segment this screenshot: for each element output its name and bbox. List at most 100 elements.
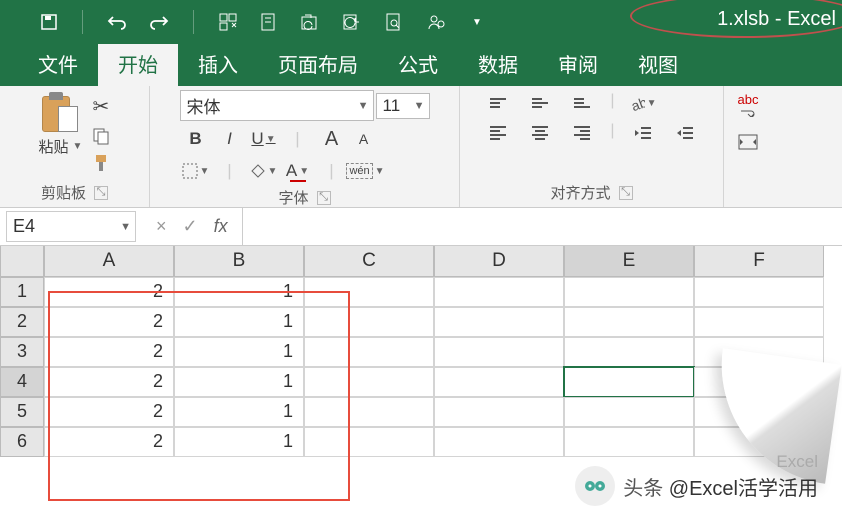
font-color-button[interactable]: A▼	[282, 157, 314, 185]
column-header[interactable]: B	[174, 246, 304, 277]
redo-icon[interactable]	[149, 14, 169, 30]
bold-button[interactable]: B	[180, 125, 212, 153]
cell[interactable]: 2	[44, 397, 174, 427]
cell[interactable]	[694, 277, 824, 307]
alignment-expand-icon[interactable]: ⤡	[619, 186, 633, 200]
cell[interactable]	[434, 427, 564, 457]
merge-button[interactable]	[734, 131, 762, 153]
cell[interactable]	[304, 367, 434, 397]
column-header[interactable]: F	[694, 246, 824, 277]
cell[interactable]: 1	[174, 307, 304, 337]
row-header[interactable]: 1	[0, 277, 44, 307]
fill-color-button[interactable]: ▼	[248, 157, 280, 185]
cell[interactable]	[304, 397, 434, 427]
row-header[interactable]: 2	[0, 307, 44, 337]
font-expand-icon[interactable]: ⤡	[317, 191, 331, 205]
font-size-dropdown[interactable]: 11▼	[376, 93, 430, 119]
cell[interactable]	[434, 397, 564, 427]
row-header[interactable]: 4	[0, 367, 44, 397]
tab-insert[interactable]: 插入	[178, 41, 258, 86]
cell[interactable]	[304, 427, 434, 457]
cancel-icon[interactable]: ×	[156, 216, 167, 237]
select-all-corner[interactable]	[0, 246, 44, 277]
cell[interactable]: 2	[44, 307, 174, 337]
name-box[interactable]: E4▼	[6, 211, 136, 242]
paste-button[interactable]: 粘贴▼	[39, 90, 83, 157]
row-header[interactable]: 5	[0, 397, 44, 427]
undo-icon[interactable]	[107, 14, 127, 30]
cell[interactable]: 2	[44, 277, 174, 307]
cell[interactable]	[564, 337, 694, 367]
cell[interactable]	[304, 277, 434, 307]
cell[interactable]	[564, 367, 694, 397]
open-icon[interactable]	[300, 13, 320, 31]
decrease-indent-icon[interactable]	[629, 122, 657, 144]
cell[interactable]	[434, 367, 564, 397]
clipboard-expand-icon[interactable]: ⤡	[94, 186, 108, 200]
touch-icon[interactable]	[218, 12, 238, 32]
tab-data[interactable]: 数据	[458, 41, 538, 86]
increase-indent-icon[interactable]	[671, 122, 699, 144]
align-bottom-icon[interactable]	[568, 92, 596, 114]
cell[interactable]: 1	[174, 427, 304, 457]
font-name-dropdown[interactable]: 宋体▼	[180, 90, 374, 121]
row-header[interactable]: 3	[0, 337, 44, 367]
phonetic-button[interactable]: wén▼	[350, 157, 382, 185]
cell[interactable]: 2	[44, 367, 174, 397]
italic-button[interactable]: I	[214, 125, 246, 153]
cell[interactable]	[434, 337, 564, 367]
formula-input[interactable]	[242, 208, 842, 245]
tab-formulas[interactable]: 公式	[378, 41, 458, 86]
cell[interactable]	[304, 337, 434, 367]
cell[interactable]	[434, 277, 564, 307]
cell[interactable]: 1	[174, 337, 304, 367]
cell[interactable]: 1	[174, 397, 304, 427]
wrap-text-icon[interactable]: abc	[738, 92, 759, 117]
tab-review[interactable]: 审阅	[538, 41, 618, 86]
cell[interactable]	[694, 307, 824, 337]
copy-icon[interactable]	[92, 127, 110, 145]
align-right-icon[interactable]	[568, 122, 596, 144]
cell[interactable]	[564, 307, 694, 337]
refresh-icon[interactable]	[342, 13, 362, 31]
tab-layout[interactable]: 页面布局	[258, 41, 378, 86]
annotation-circle	[630, 0, 842, 38]
form-icon[interactable]	[260, 12, 278, 32]
enter-icon[interactable]: ✓	[183, 216, 198, 237]
worksheet-grid[interactable]: ABCDEF121221321421521621	[0, 246, 842, 457]
share-icon[interactable]	[426, 12, 448, 32]
cell[interactable]	[564, 427, 694, 457]
tab-home[interactable]: 开始	[98, 41, 178, 86]
format-painter-icon[interactable]	[92, 153, 110, 173]
save-icon[interactable]	[40, 13, 58, 31]
orientation-button[interactable]: ab▼	[629, 92, 657, 114]
increase-font-button[interactable]: A	[316, 125, 348, 153]
column-header[interactable]: E	[564, 246, 694, 277]
underline-button[interactable]: U▼	[248, 125, 280, 153]
border-button[interactable]: ▼	[180, 157, 212, 185]
clipboard-group-label: 剪贴板	[41, 182, 86, 203]
align-middle-icon[interactable]	[526, 92, 554, 114]
cell[interactable]	[564, 397, 694, 427]
cut-icon[interactable]: ✂	[92, 94, 110, 119]
cell[interactable]	[304, 307, 434, 337]
align-top-icon[interactable]	[484, 92, 512, 114]
cell[interactable]: 1	[174, 277, 304, 307]
cell[interactable]	[564, 277, 694, 307]
row-header[interactable]: 6	[0, 427, 44, 457]
qat-more-icon[interactable]: ▼	[472, 17, 482, 28]
cell[interactable]: 2	[44, 337, 174, 367]
decrease-font-button[interactable]: A	[350, 125, 378, 153]
column-header[interactable]: D	[434, 246, 564, 277]
align-center-icon[interactable]	[526, 122, 554, 144]
tab-file[interactable]: 文件	[18, 41, 98, 86]
align-left-icon[interactable]	[484, 122, 512, 144]
column-header[interactable]: A	[44, 246, 174, 277]
preview-icon[interactable]	[384, 12, 404, 32]
tab-view[interactable]: 视图	[618, 41, 698, 86]
column-header[interactable]: C	[304, 246, 434, 277]
fx-icon[interactable]: fx	[214, 216, 228, 237]
cell[interactable]: 2	[44, 427, 174, 457]
cell[interactable]: 1	[174, 367, 304, 397]
cell[interactable]	[434, 307, 564, 337]
